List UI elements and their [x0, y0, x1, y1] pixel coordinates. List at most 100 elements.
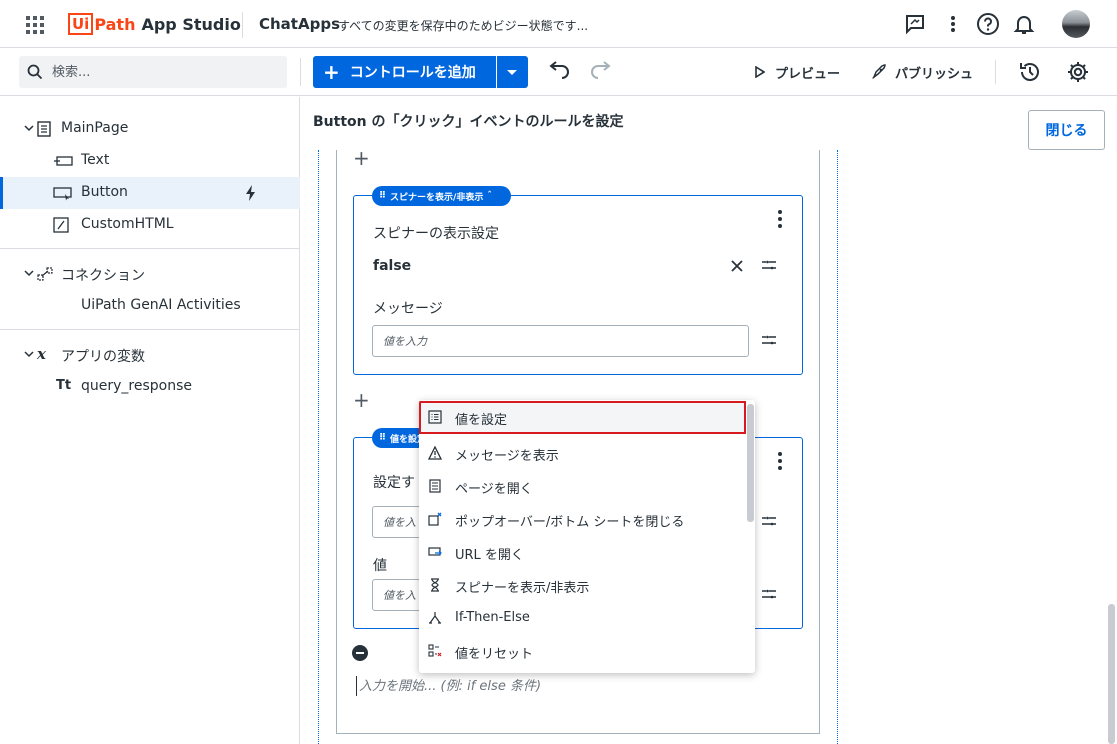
logo-ui-text: Ui	[68, 13, 94, 35]
publish-button[interactable]: パブリッシュ	[871, 60, 973, 84]
help-icon[interactable]	[976, 12, 1000, 36]
settings-icon[interactable]	[1066, 60, 1090, 84]
chevron-down-icon[interactable]	[24, 268, 34, 278]
expression-input[interactable]	[356, 676, 796, 696]
close-popover-icon	[428, 512, 442, 526]
action-chip-spinner[interactable]: ⠿ スピナーを表示/非表示 ˆ	[372, 186, 511, 206]
tree-item-button[interactable]: Button	[0, 177, 300, 209]
menu-item-if-then-else[interactable]: If-Then-Else	[419, 602, 746, 635]
custom-html-icon	[53, 217, 69, 233]
tree-label: コネクション	[61, 268, 145, 284]
undo-icon[interactable]	[548, 60, 572, 84]
tree-item-genai-activities[interactable]: UiPath GenAI Activities	[0, 290, 300, 322]
tree-item-mainpage[interactable]: MainPage	[0, 113, 300, 145]
variable-x-icon: 𝒙	[37, 345, 46, 363]
tree-item-app-variables[interactable]: 𝒙 アプリの変数	[0, 339, 300, 371]
search-box	[19, 56, 287, 88]
menu-item-close-popover[interactable]: ポップオーバー/ボトム シートを閉じる	[419, 503, 746, 536]
top-bar: Ui Path App Studio ChatApps すべての変更を保存中のた…	[0, 0, 1117, 48]
add-control-dropdown-button[interactable]	[497, 56, 528, 88]
add-action-plus-icon[interactable]: +	[353, 390, 370, 410]
add-control-button[interactable]: + コントロールを追加	[313, 56, 496, 88]
menu-item-toggle-spinner[interactable]: スピナーを表示/非表示	[419, 569, 746, 602]
card-menu-icon[interactable]	[778, 210, 782, 231]
menu-item-label: URL を開く	[455, 548, 524, 563]
tree-item-customhtml[interactable]: CustomHTML	[0, 209, 300, 241]
close-button[interactable]: 閉じる	[1028, 110, 1105, 150]
menu-scrollbar[interactable]	[747, 404, 754, 522]
warning-icon	[428, 446, 442, 460]
menu-item-label: スピナーを表示/非表示	[455, 581, 590, 596]
tree-label: CustomHTML	[81, 216, 174, 232]
more-vertical-icon[interactable]	[941, 12, 965, 36]
card-menu-icon[interactable]	[778, 452, 782, 473]
menu-item-set-value[interactable]: 値を設定	[419, 401, 746, 434]
chip-label: スピナーを表示/非表示	[390, 192, 484, 203]
divider	[242, 12, 243, 38]
message-input[interactable]	[372, 325, 749, 357]
search-input[interactable]	[52, 56, 282, 88]
search-icon	[27, 64, 43, 80]
menu-item-open-page[interactable]: ページを開く	[419, 470, 746, 503]
page-icon	[37, 121, 51, 137]
preview-button[interactable]: プレビュー	[755, 60, 840, 84]
menu-item-open-url[interactable]: URL を開く	[419, 536, 746, 569]
menu-item-show-message[interactable]: メッセージを表示	[419, 437, 746, 470]
chevron-down-icon[interactable]	[24, 349, 34, 359]
menu-item-label: 値を設定	[455, 413, 508, 428]
action-menu: 値を設定 メッセージを表示 ページを開く ポップオーバー/ボトム シートを閉じる…	[419, 400, 755, 673]
uipath-logo[interactable]: Ui Path App Studio	[68, 12, 241, 36]
set-value-icon	[428, 410, 442, 424]
add-action-plus-icon[interactable]: +	[353, 148, 370, 168]
avatar[interactable]	[1062, 10, 1090, 38]
menu-item-reset-value[interactable]: 値をリセット	[419, 635, 746, 668]
redo-icon[interactable]	[588, 60, 612, 84]
toolbar: + コントロールを追加 プレビュー パブリッシュ	[0, 48, 1117, 96]
clear-value-icon[interactable]	[729, 258, 745, 274]
tree-label: アプリの変数	[61, 349, 145, 365]
advanced-editor-icon[interactable]	[761, 259, 777, 271]
connection-icon	[37, 266, 53, 282]
advanced-editor-icon[interactable]	[761, 588, 777, 600]
save-status: すべての変更を保存中のためビジー状態です...	[338, 19, 589, 33]
tree-label: query_response	[81, 378, 193, 394]
menu-item-label: 値をリセット	[455, 647, 534, 662]
tree-item-text[interactable]: Text	[0, 145, 300, 177]
chevron-down-icon[interactable]	[24, 123, 34, 133]
drag-handle-icon[interactable]: ⠿	[379, 433, 386, 443]
notifications-icon[interactable]	[1012, 12, 1036, 36]
feedback-icon[interactable]	[903, 12, 927, 36]
advanced-editor-icon[interactable]	[761, 515, 777, 527]
advanced-editor-icon[interactable]	[761, 334, 777, 346]
spinner-visibility-value[interactable]: false	[373, 258, 411, 274]
tree-item-connections[interactable]: コネクション	[0, 258, 300, 290]
menu-item-label: ページを開く	[455, 482, 533, 497]
divider	[0, 329, 300, 330]
sidebar: MainPage Text Button CustomHTML コネクション U…	[0, 97, 300, 744]
project-name: ChatApps	[259, 15, 340, 33]
divider	[995, 60, 996, 84]
drag-handle-icon[interactable]: ⠿	[379, 191, 386, 201]
tree-label: Button	[81, 184, 128, 200]
preview-label: プレビュー	[775, 66, 841, 82]
divider	[0, 248, 300, 249]
reset-value-icon	[428, 644, 442, 658]
main-scrollbar[interactable]	[1108, 604, 1115, 744]
play-icon	[755, 66, 765, 78]
event-lightning-icon[interactable]	[245, 185, 257, 201]
logo-path-text: Path	[94, 14, 136, 34]
button-control-icon	[53, 187, 73, 201]
tree-label: MainPage	[61, 120, 129, 136]
set-target-label: 設定す	[373, 475, 415, 491]
page-icon	[428, 479, 442, 493]
history-icon[interactable]	[1018, 60, 1042, 84]
apps-grid-icon[interactable]	[25, 15, 45, 35]
rocket-icon	[871, 64, 887, 80]
collapse-icon[interactable]: ˆ	[487, 191, 492, 201]
text-type-icon: Tt	[56, 378, 72, 393]
add-control-label: コントロールを追加	[349, 65, 476, 81]
tree-item-query-response[interactable]: Tt query_response	[0, 371, 300, 403]
menu-item-label: メッセージを表示	[455, 449, 559, 464]
spinner-visibility-label: スピナーの表示設定	[373, 226, 499, 242]
remove-icon[interactable]	[352, 645, 368, 661]
